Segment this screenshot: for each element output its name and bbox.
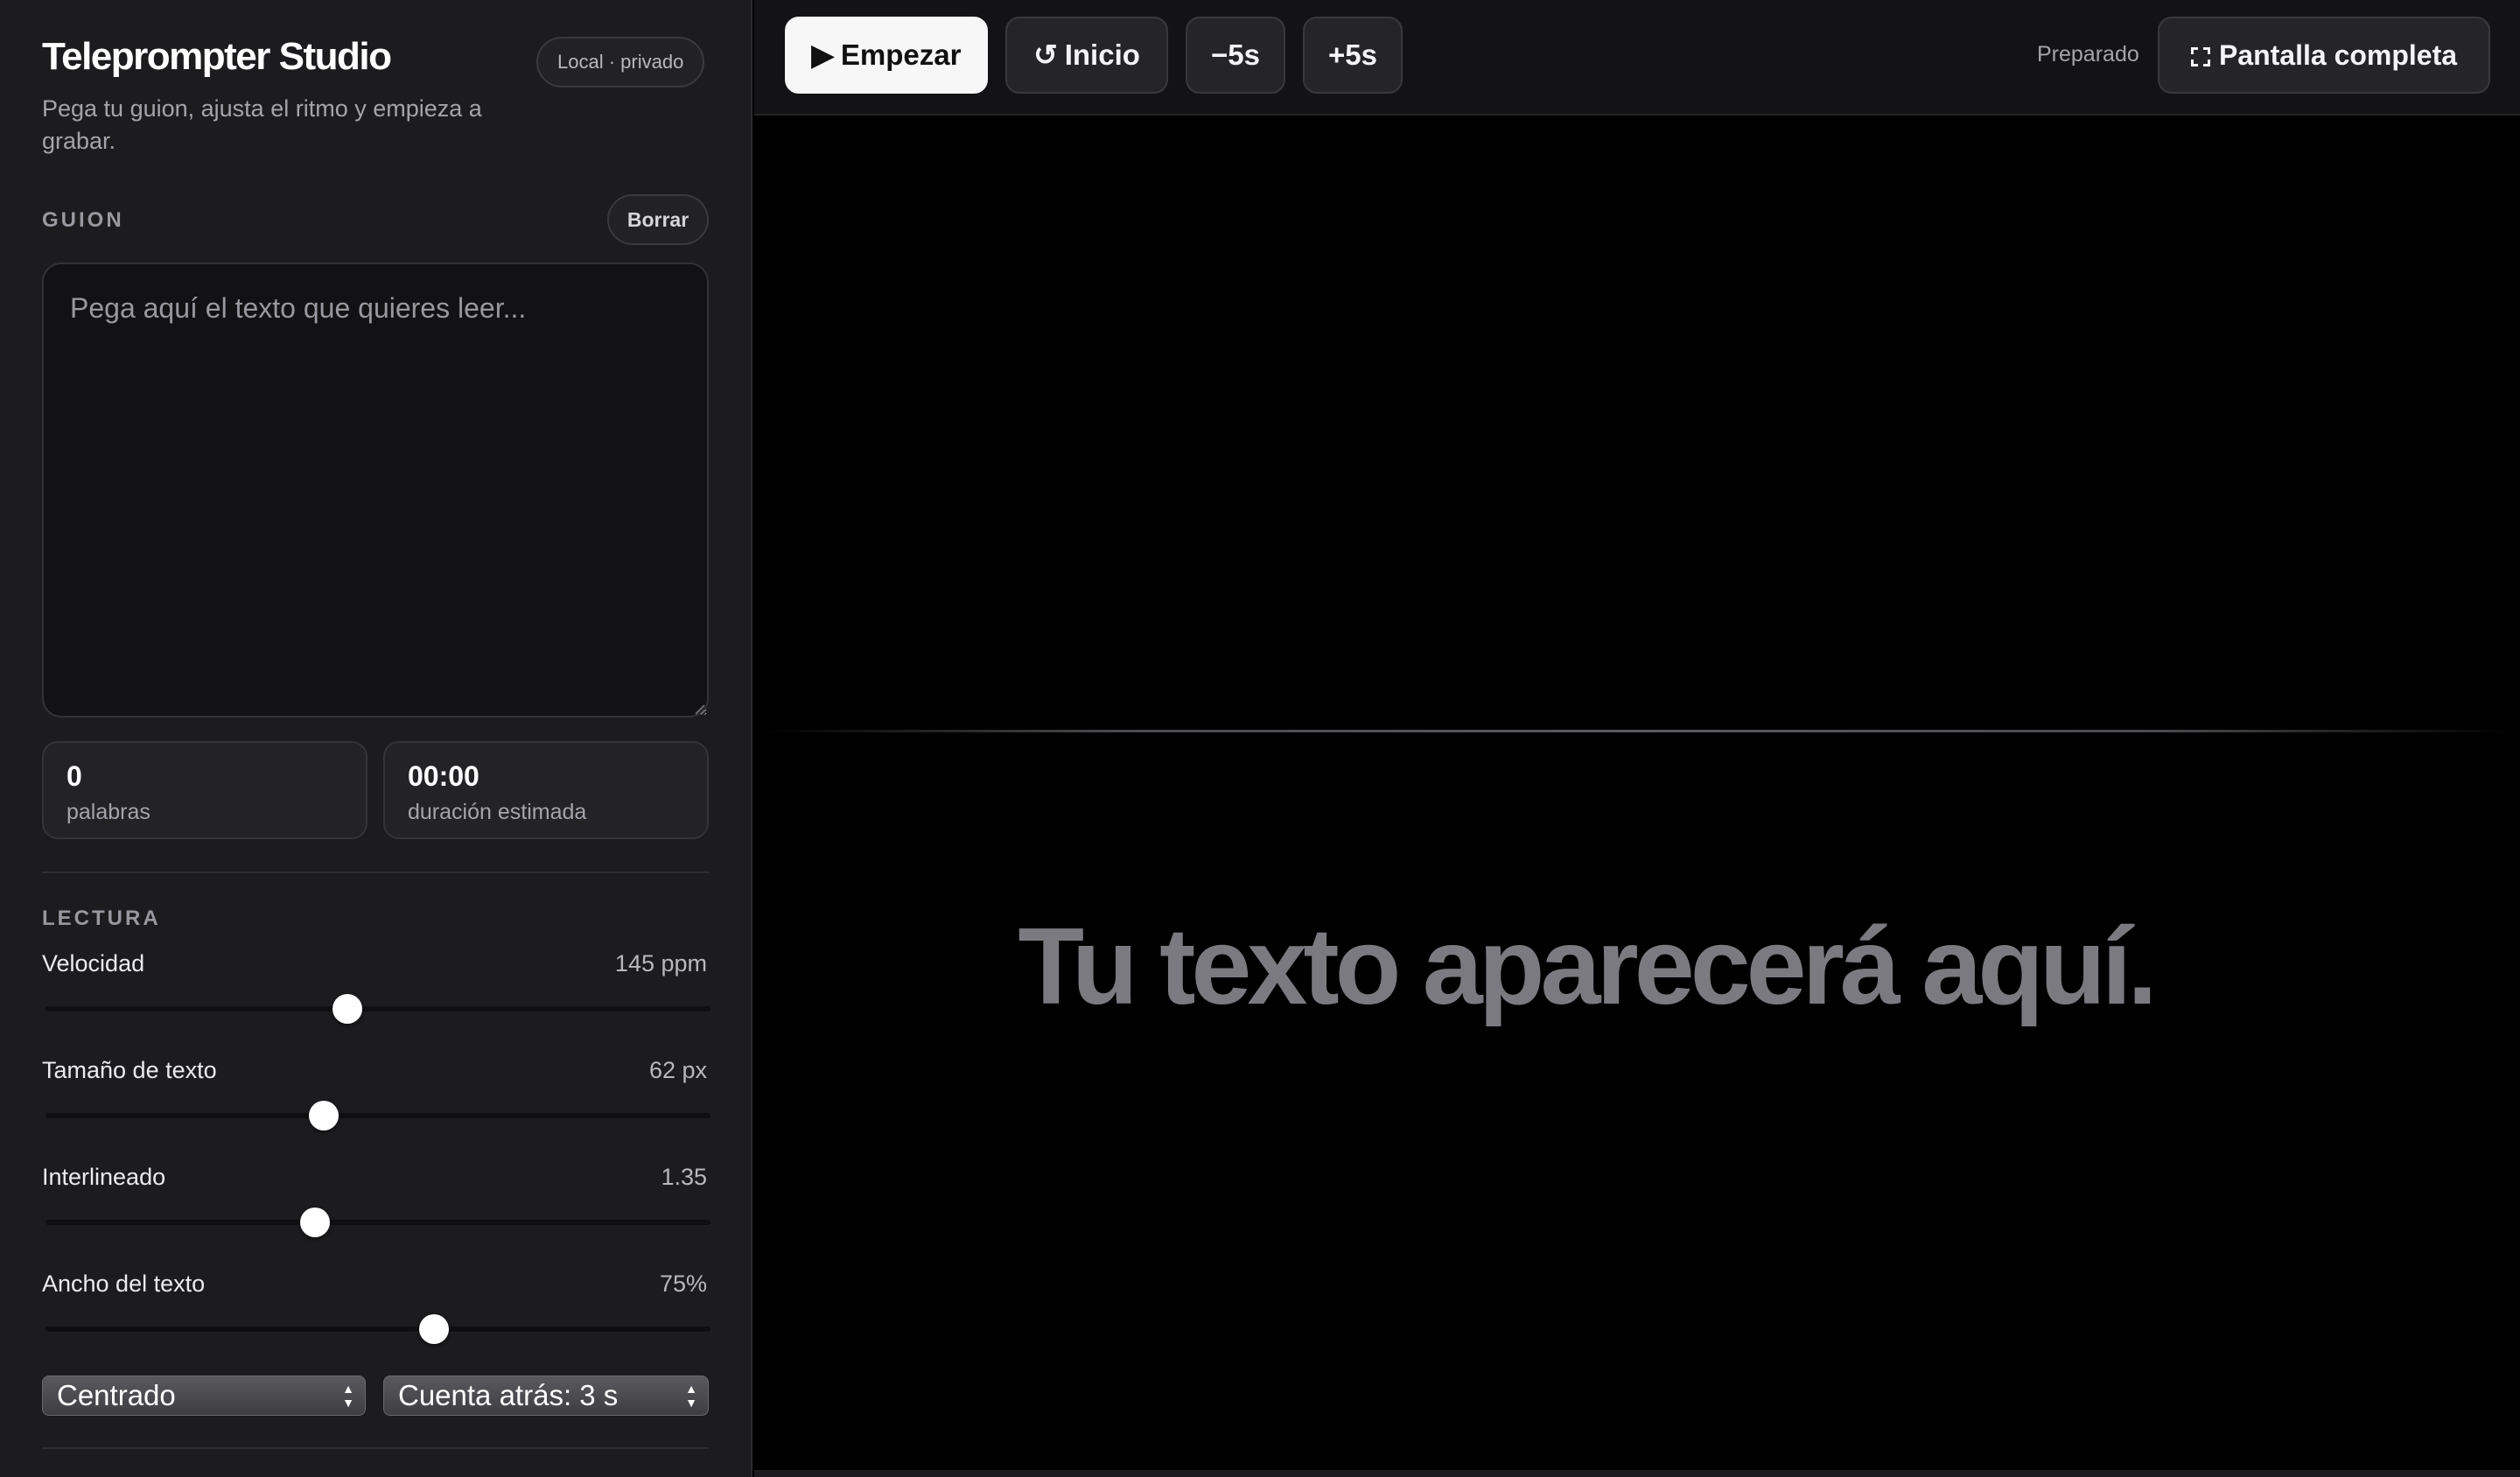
fullscreen-icon: [2190, 47, 2210, 66]
app-title: Teleprompter Studio: [42, 35, 392, 78]
text-width-label: Ancho del texto: [42, 1270, 206, 1297]
start-button[interactable]: ▶ Empezar: [785, 17, 988, 94]
privacy-badge: Local · privado: [536, 37, 705, 88]
select-arrows-icon: ▲ ▼: [685, 1382, 697, 1410]
play-icon: ▶: [811, 38, 834, 71]
text-width-value: 75%: [659, 1270, 707, 1297]
restart-icon: ↺: [1033, 38, 1058, 71]
fullscreen-button-label: Pantalla completa: [2218, 39, 2458, 71]
speed-label: Velocidad: [42, 950, 145, 976]
resize-handle-icon[interactable]: [695, 704, 705, 714]
font-size-slider-thumb[interactable]: [309, 1101, 339, 1130]
word-count-label: palabras: [66, 800, 150, 824]
start-button-label: Empezar: [840, 38, 962, 71]
divider: [42, 872, 709, 873]
alignment-select[interactable]: Centrado ▲ ▼: [42, 1376, 366, 1416]
status-text: Preparado: [2037, 42, 2139, 66]
restart-button-label: Inicio: [1064, 38, 1140, 71]
divider: [42, 1447, 709, 1449]
line-height-slider[interactable]: [46, 1208, 710, 1237]
speed-slider-thumb[interactable]: [332, 994, 362, 1024]
alignment-select-value: Centrado: [57, 1379, 176, 1411]
stage-bottom-edge: [754, 1470, 2520, 1477]
font-size-value: 62 px: [648, 1057, 707, 1083]
prompter-placeholder-text: Tu texto aparecerá aquí.: [1018, 906, 2157, 1027]
text-width-slider[interactable]: [46, 1314, 710, 1344]
line-height-value: 1.35: [661, 1164, 707, 1190]
font-size-slider[interactable]: [46, 1101, 710, 1130]
script-input[interactable]: [42, 262, 709, 718]
restart-button[interactable]: ↺ Inicio: [1005, 17, 1168, 94]
sidebar: Teleprompter Studio Local · privado Pega…: [0, 0, 752, 1477]
toolbar: ▶ Empezar ↺ Inicio −5s +5s Preparado Panta…: [754, 0, 2520, 116]
reading-guide-line: [763, 730, 2511, 732]
line-height-label: Interlineado: [42, 1164, 166, 1190]
fullscreen-button[interactable]: Pantalla completa: [2158, 17, 2490, 94]
prompter-stage: Tu texto aparecerá aquí.: [754, 117, 2520, 1477]
rewind-5s-button[interactable]: −5s: [1186, 17, 1285, 94]
speed-slider[interactable]: [46, 994, 710, 1024]
word-count-card: 0 palabras: [42, 741, 368, 839]
speed-value: 145 ppm: [614, 950, 707, 976]
reading-section-label: LECTURA: [42, 906, 161, 930]
line-height-slider-thumb[interactable]: [300, 1208, 330, 1237]
text-width-slider-thumb[interactable]: [419, 1314, 449, 1344]
countdown-select[interactable]: Cuenta atrás: 3 s ▲ ▼: [383, 1376, 709, 1416]
countdown-select-value: Cuenta atrás: 3 s: [398, 1379, 619, 1411]
select-arrows-icon: ▲ ▼: [342, 1382, 354, 1410]
word-count-value: 0: [66, 760, 82, 792]
forward-5s-button[interactable]: +5s: [1303, 17, 1403, 94]
app-subtitle: Pega tu guion, ajusta el ritmo y empieza…: [42, 95, 482, 154]
duration-label: duración estimada: [408, 800, 587, 824]
duration-card: 00:00 duración estimada: [383, 741, 709, 839]
duration-value: 00:00: [408, 760, 480, 792]
clear-script-button[interactable]: Borrar: [607, 194, 709, 245]
font-size-label: Tamaño de texto: [42, 1057, 217, 1083]
script-section-label: GUION: [42, 208, 124, 232]
